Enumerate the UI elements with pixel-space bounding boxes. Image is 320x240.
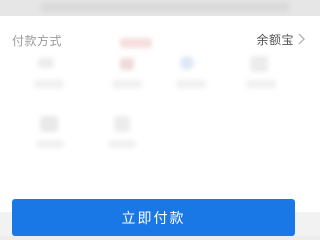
- blurred-background-shape: [180, 56, 194, 70]
- payment-method-row[interactable]: 付款方式 余额宝: [0, 20, 320, 56]
- payment-sheet: 付款方式 余额宝 立即付款: [0, 0, 320, 240]
- blurred-background-shape: [112, 80, 142, 88]
- payment-method-value[interactable]: 余额宝: [256, 31, 294, 48]
- blurred-header-content: [40, 2, 290, 12]
- blurred-background-shape: [36, 140, 64, 148]
- pay-now-button[interactable]: 立即付款: [12, 199, 295, 236]
- blurred-background-shape: [40, 116, 58, 132]
- blurred-background-shape: [250, 56, 268, 72]
- blurred-header-strip: [0, 0, 320, 16]
- blurred-background-shape: [120, 58, 134, 70]
- blurred-background-shape: [114, 116, 130, 132]
- chevron-right-icon[interactable]: [296, 33, 306, 45]
- payment-card: 付款方式 余额宝: [0, 16, 320, 212]
- payment-method-label: 付款方式: [12, 34, 63, 48]
- bottom-edge: [0, 236, 320, 240]
- blurred-background-shape: [246, 80, 276, 88]
- blurred-background-shape: [108, 140, 136, 148]
- blurred-background-shape: [38, 58, 54, 68]
- blurred-background-shape: [120, 38, 152, 48]
- blurred-background-shape: [34, 80, 64, 88]
- blurred-background-shape: [176, 80, 206, 88]
